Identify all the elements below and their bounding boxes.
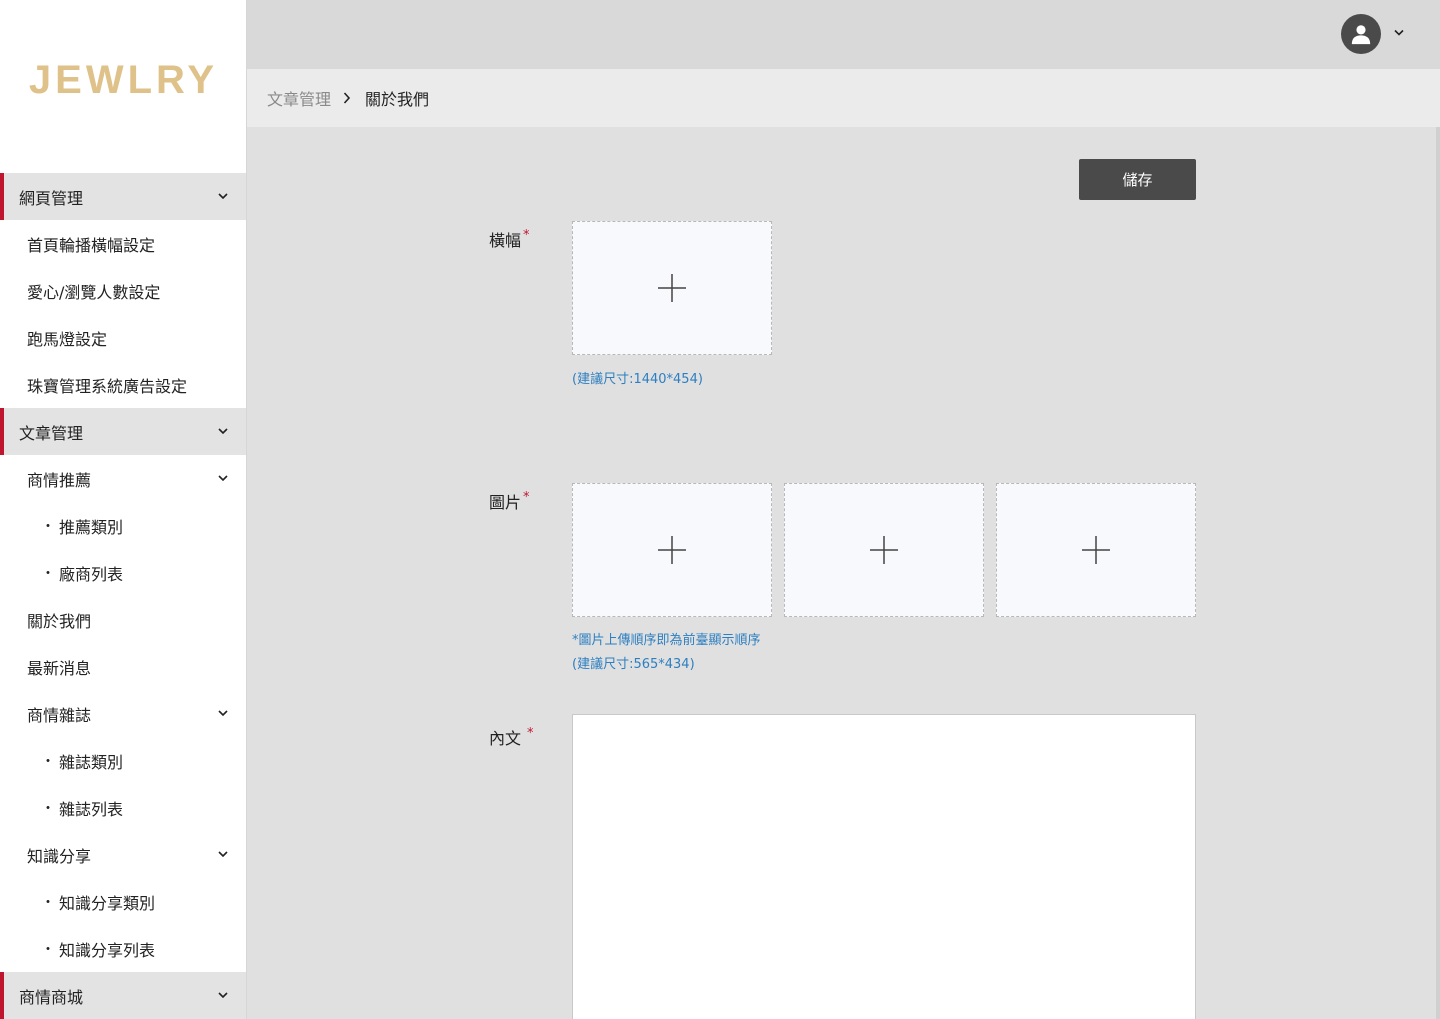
sidebar-subitem-15[interactable]: ・知識分享類別 [0,878,246,925]
sidebar-item-14[interactable]: 知識分享 [0,831,246,878]
sidebar-item-3[interactable]: 跑馬燈設定 [0,314,246,361]
content-label-text: 內文 [489,729,522,748]
sidebar-item-label: 商情雜誌 [27,705,92,725]
sidebar-item-label: 關於我們 [27,611,92,631]
breadcrumb: 文章管理 關於我們 [247,69,1440,127]
bullet: ・ [41,941,55,958]
chevron-down-icon [218,427,228,437]
sidebar-subitem-12[interactable]: ・雜誌類別 [0,737,246,784]
sidebar-item-11[interactable]: 商情雜誌 [0,690,246,737]
sidebar: JEWLRY 網頁管理首頁輪播橫幅設定 愛心/瀏覽人數設定 跑馬燈設定珠寶管理系統廣… [0,0,247,1019]
chevron-down-icon [218,192,228,202]
images-size-hint: (建議尺寸:565*434) [572,657,695,672]
sidebar-item-label: 知識分享 [27,846,92,866]
sidebar-item-label: 珠寶管理系統廣告設定 [27,376,188,396]
sidebar-item-2[interactable]: 愛心/瀏覽人數設定 [0,267,246,314]
bullet: ・ [41,800,55,817]
sidebar-item-label: 廠商列表 [59,564,124,584]
chevron-right-icon [343,92,353,104]
banner-size-hint: (建議尺寸:1440*454) [572,372,703,387]
bullet: ・ [41,518,55,535]
sidebar-group-5[interactable]: 文章管理 [0,408,246,455]
chevron-down-icon [218,991,228,1001]
sidebar-item-label: 商情商城 [19,987,84,1007]
sidebar-group-17[interactable]: 商情商城 [0,972,246,1019]
plus-icon [658,274,686,302]
bullet: ・ [41,894,55,911]
sidebar-subitem-7[interactable]: ・推薦類別 [0,502,246,549]
save-button[interactable]: 儲存 [1079,159,1196,200]
chevron-down-icon[interactable] [1394,29,1404,37]
required-mark: * [523,490,530,505]
images-label-text: 圖片 [489,493,522,512]
image-upload-box-3[interactable] [996,483,1196,617]
sidebar-item-9[interactable]: 關於我們 [0,596,246,643]
sidebar-item-label: 商情推薦 [27,470,92,490]
sidebar-item-label: 最新消息 [27,658,92,678]
sidebar-item-label: 愛心/瀏覽人數設定 [27,282,161,302]
sidebar-item-4[interactable]: 珠寶管理系統廣告設定 [0,361,246,408]
chevron-down-icon [218,709,228,719]
scrollbar[interactable] [1436,127,1440,1019]
sidebar-item-label: 文章管理 [19,423,84,443]
sidebar-item-label: 首頁輪播橫幅設定 [27,235,156,255]
content-editor[interactable] [572,714,1196,1019]
sidebar-item-label: 跑馬燈設定 [27,329,108,349]
sidebar-item-label: 知識分享類別 [59,893,156,913]
bullet: ・ [41,565,55,582]
images-label: 圖片 * [489,489,530,513]
sidebar-subitem-8[interactable]: ・廠商列表 [0,549,246,596]
sidebar-item-6[interactable]: 商情推薦 [0,455,246,502]
banner-upload-box[interactable] [572,221,772,355]
breadcrumb-current: 關於我們 [365,90,430,109]
sidebar-item-10[interactable]: 最新消息 [0,643,246,690]
chevron-down-icon [218,850,228,860]
required-mark: * [527,726,534,741]
sidebar-nav: 網頁管理首頁輪播橫幅設定 愛心/瀏覽人數設定 跑馬燈設定珠寶管理系統廣告設定文章管理… [0,173,246,1019]
sidebar-item-label: 知識分享列表 [59,940,156,960]
banner-label: 橫幅 * [489,227,530,251]
plus-icon [870,536,898,564]
sidebar-group-0[interactable]: 網頁管理 [0,173,246,220]
breadcrumb-parent[interactable]: 文章管理 [267,86,331,110]
required-mark: * [523,228,530,243]
sidebar-item-label: 雜誌類別 [59,752,124,772]
plus-icon [1082,536,1110,564]
images-order-hint: *圖片上傳順序即為前臺顯示順序 [572,633,761,648]
sidebar-item-label: 網頁管理 [19,188,84,208]
bullet: ・ [41,753,55,770]
plus-icon [658,536,686,564]
banner-label-text: 橫幅 [489,231,522,250]
logo: JEWLRY [28,58,219,102]
user-avatar-icon[interactable] [1341,14,1381,54]
top-bar [247,0,1440,69]
content-label: 內文 * [489,725,534,749]
sidebar-item-label: 推薦類別 [59,517,124,537]
sidebar-item-label: 雜誌列表 [59,799,124,819]
chevron-down-icon [218,474,228,484]
image-upload-box-2[interactable] [784,483,984,617]
sidebar-subitem-16[interactable]: ・知識分享列表 [0,925,246,972]
image-upload-box-1[interactable] [572,483,772,617]
sidebar-item-1[interactable]: 首頁輪播橫幅設定 [0,220,246,267]
sidebar-subitem-13[interactable]: ・雜誌列表 [0,784,246,831]
